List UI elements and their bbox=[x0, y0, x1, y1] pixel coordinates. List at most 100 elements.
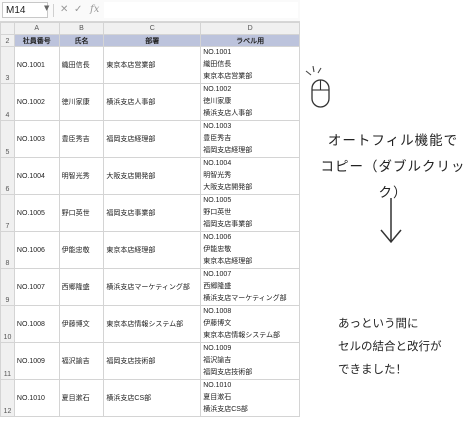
cell-employee-id[interactable]: NO.1004 bbox=[13, 157, 60, 195]
row-header[interactable]: 6 bbox=[0, 157, 15, 195]
result-note: あっという間に セルの結合と改行が できました！ bbox=[338, 312, 474, 381]
cell-label[interactable]: NO.1009 福沢諭吉 福岡支店技術部 bbox=[200, 342, 300, 380]
row-header[interactable]: 12 bbox=[0, 379, 15, 417]
cell-employee-name[interactable]: 徳川家康 bbox=[58, 83, 105, 121]
formula-bar: M14 ▼ ✕ ✓ fx bbox=[0, 0, 300, 22]
cell-label[interactable]: NO.1002 徳川家康 横浜支店人事部 bbox=[200, 83, 300, 121]
cell-label[interactable]: NO.1003 豊臣秀吉 福岡支店経理部 bbox=[200, 120, 300, 158]
cell-department[interactable]: 横浜支店マーケティング部 bbox=[103, 268, 202, 306]
cell-department[interactable]: 東京本店情報システム部 bbox=[103, 305, 202, 343]
row-header[interactable]: 5 bbox=[0, 120, 15, 158]
cancel-icon[interactable]: ✕ bbox=[60, 3, 68, 17]
name-box[interactable]: M14 bbox=[2, 2, 48, 18]
label-line-id: NO.1008 bbox=[203, 308, 232, 315]
table-row: 4 NO.1002 徳川家康 横浜支店人事部 NO.1002 徳川家康 横浜支店… bbox=[0, 83, 300, 121]
label-line-name: 豊臣秀吉 bbox=[203, 135, 232, 142]
label-line-dept: 東京本店営業部 bbox=[203, 73, 253, 80]
row-header[interactable]: 4 bbox=[0, 83, 15, 121]
cell-employee-name[interactable]: 伊藤博文 bbox=[58, 305, 105, 343]
header-cell-label[interactable]: ラベル用 bbox=[200, 34, 300, 47]
cell-department[interactable]: 大阪支店開発部 bbox=[103, 157, 202, 195]
label-line-id: NO.1002 bbox=[203, 86, 232, 93]
cell-label[interactable]: NO.1001 織田信長 東京本店営業部 bbox=[200, 46, 300, 84]
label-line-dept: 大阪支店開発部 bbox=[203, 184, 253, 191]
column-header-d[interactable]: D bbox=[200, 22, 300, 35]
cell-employee-name[interactable]: 織田信長 bbox=[58, 46, 105, 84]
cell-employee-id[interactable]: NO.1008 bbox=[13, 305, 60, 343]
label-line-dept: 東京本店情報システム部 bbox=[203, 332, 280, 339]
row-header[interactable]: 3 bbox=[0, 46, 15, 84]
row-header[interactable]: 7 bbox=[0, 194, 15, 232]
cell-label[interactable]: NO.1006 伊能忠敬 東京本店経理部 bbox=[200, 231, 300, 269]
table-row: 8 NO.1006 伊能忠敬 東京本店経理部 NO.1006 伊能忠敬 東京本店… bbox=[0, 231, 300, 269]
cell-department[interactable]: 福岡支店技術部 bbox=[103, 342, 202, 380]
cell-employee-id[interactable]: NO.1006 bbox=[13, 231, 60, 269]
formula-bar-divider bbox=[53, 4, 54, 17]
formula-input[interactable] bbox=[104, 2, 298, 18]
cell-employee-id[interactable]: NO.1003 bbox=[13, 120, 60, 158]
cell-employee-name[interactable]: 豊臣秀吉 bbox=[58, 120, 105, 158]
row-header[interactable]: 10 bbox=[0, 305, 15, 343]
label-line-dept: 福岡支店技術部 bbox=[203, 369, 253, 376]
label-line-dept: 横浜支店マーケティング部 bbox=[203, 295, 287, 302]
column-header-b[interactable]: B bbox=[58, 22, 105, 35]
mouse-click-icon bbox=[305, 66, 330, 108]
spreadsheet-grid: A B C D 2 社員番号 氏名 部署 ラベル用 3 NO.1001 織田信長… bbox=[0, 22, 300, 417]
cell-label[interactable]: NO.1004 明智光秀 大阪支店開発部 bbox=[200, 157, 300, 195]
column-header-c[interactable]: C bbox=[103, 22, 202, 35]
label-line-id: NO.1009 bbox=[203, 345, 232, 352]
header-cell-dept[interactable]: 部署 bbox=[103, 34, 202, 47]
cell-label[interactable]: NO.1008 伊藤博文 東京本店情報システム部 bbox=[200, 305, 300, 343]
cell-department[interactable]: 福岡支店経理部 bbox=[103, 120, 202, 158]
label-line-name: 徳川家康 bbox=[203, 98, 232, 105]
table-row: 5 NO.1003 豊臣秀吉 福岡支店経理部 NO.1003 豊臣秀吉 福岡支店… bbox=[0, 120, 300, 158]
note-line: あっという間に bbox=[338, 316, 419, 330]
column-header-row: A B C D bbox=[0, 22, 300, 35]
cell-employee-name[interactable]: 野口英世 bbox=[58, 194, 105, 232]
cell-department[interactable]: 東京本店営業部 bbox=[103, 46, 202, 84]
enter-icon[interactable]: ✓ bbox=[74, 3, 82, 17]
cell-employee-name[interactable]: 福沢諭吉 bbox=[58, 342, 105, 380]
row-header[interactable]: 2 bbox=[0, 34, 15, 47]
row-header[interactable]: 8 bbox=[0, 231, 15, 269]
cell-employee-name[interactable]: 明智光秀 bbox=[58, 157, 105, 195]
cell-department[interactable]: 福岡支店事業部 bbox=[103, 194, 202, 232]
cell-employee-name[interactable]: 伊能忠敬 bbox=[58, 231, 105, 269]
label-line-id: NO.1005 bbox=[203, 197, 232, 204]
table-row: 7 NO.1005 野口英世 福岡支店事業部 NO.1005 野口英世 福岡支店… bbox=[0, 194, 300, 232]
row-header[interactable]: 9 bbox=[0, 268, 15, 306]
annotation-line: オートフィル機能で bbox=[327, 133, 459, 149]
header-cell-id[interactable]: 社員番号 bbox=[13, 34, 60, 47]
cell-employee-id[interactable]: NO.1001 bbox=[13, 46, 60, 84]
label-line-dept: 横浜支店人事部 bbox=[203, 110, 253, 117]
select-all-corner[interactable] bbox=[0, 22, 15, 35]
cell-employee-id[interactable]: NO.1007 bbox=[13, 268, 60, 306]
chevron-down-icon[interactable]: ▼ bbox=[44, 4, 49, 12]
label-line-name: 福沢諭吉 bbox=[203, 357, 232, 364]
cell-department[interactable]: 横浜支店CS部 bbox=[103, 379, 202, 417]
cell-label[interactable]: NO.1010 夏目漱石 横浜支店CS部 bbox=[200, 379, 300, 417]
cell-employee-name[interactable]: 西郷隆盛 bbox=[58, 268, 105, 306]
column-header-a[interactable]: A bbox=[13, 22, 60, 35]
function-icon[interactable]: fx bbox=[90, 3, 99, 17]
cell-label[interactable]: NO.1005 野口英世 福岡支店事業部 bbox=[200, 194, 300, 232]
table-row: 3 NO.1001 織田信長 東京本店営業部 NO.1001 織田信長 東京本店… bbox=[0, 46, 300, 84]
label-line-id: NO.1006 bbox=[203, 234, 232, 241]
cell-employee-id[interactable]: NO.1005 bbox=[13, 194, 60, 232]
table-row: 6 NO.1004 明智光秀 大阪支店開発部 NO.1004 明智光秀 大阪支店… bbox=[0, 157, 300, 195]
cell-employee-id[interactable]: NO.1009 bbox=[13, 342, 60, 380]
table-row: 11 NO.1009 福沢諭吉 福岡支店技術部 NO.1009 福沢諭吉 福岡支… bbox=[0, 342, 300, 380]
row-header[interactable]: 11 bbox=[0, 342, 15, 380]
table-row: 9 NO.1007 西郷隆盛 横浜支店マーケティング部 NO.1007 西郷隆盛… bbox=[0, 268, 300, 306]
cell-department[interactable]: 横浜支店人事部 bbox=[103, 83, 202, 121]
cell-employee-id[interactable]: NO.1010 bbox=[13, 379, 60, 417]
header-cell-name[interactable]: 氏名 bbox=[58, 34, 105, 47]
label-line-dept: 福岡支店事業部 bbox=[203, 221, 253, 228]
cell-employee-name[interactable]: 夏目漱石 bbox=[58, 379, 105, 417]
cell-employee-id[interactable]: NO.1002 bbox=[13, 83, 60, 121]
label-line-id: NO.1001 bbox=[203, 49, 232, 56]
cell-label[interactable]: NO.1007 西郷隆盛 横浜支店マーケティング部 bbox=[200, 268, 300, 306]
cell-department[interactable]: 東京本店経理部 bbox=[103, 231, 202, 269]
excel-window: M14 ▼ ✕ ✓ fx A B C D 2 社員番号 氏名 部署 ラベル用 3… bbox=[0, 0, 300, 426]
table-row: 12 NO.1010 夏目漱石 横浜支店CS部 NO.1010 夏目漱石 横浜支… bbox=[0, 379, 300, 417]
